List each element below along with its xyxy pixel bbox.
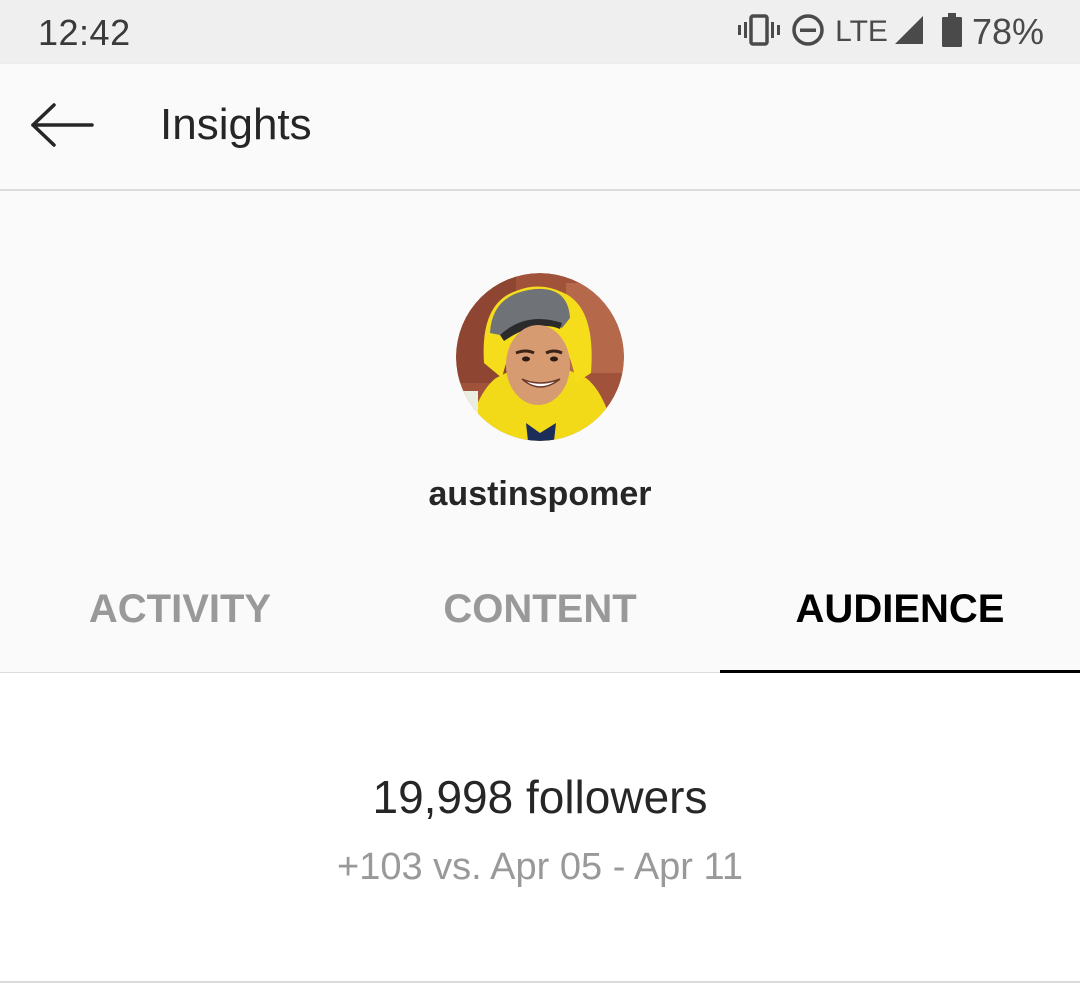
network-type: LTE bbox=[835, 15, 888, 48]
status-icons: LTE 78% bbox=[727, 10, 1044, 54]
arrow-left-icon bbox=[29, 100, 95, 155]
signal-icon bbox=[892, 15, 924, 50]
tabs-divider bbox=[0, 672, 720, 673]
followers-count: 19,998 followers bbox=[372, 771, 708, 823]
do-not-disturb-icon bbox=[791, 13, 825, 52]
battery-icon bbox=[941, 12, 962, 52]
status-bar: 12:42 LTE 78% bbox=[0, 0, 1080, 64]
page-title: Insights bbox=[160, 100, 312, 149]
audience-panel: 19,998 followers +103 vs. Apr 05 - Apr 1… bbox=[0, 674, 1080, 980]
vibrate-icon bbox=[737, 13, 781, 52]
tab-activity-label: ACTIVITY bbox=[88, 587, 272, 631]
tab-activity[interactable]: ACTIVITY bbox=[0, 555, 360, 673]
tab-content-label: CONTENT bbox=[443, 587, 637, 631]
followers-change: +103 vs. Apr 05 - Apr 11 bbox=[337, 846, 743, 888]
tab-audience-label: AUDIENCE bbox=[795, 587, 1005, 631]
tab-audience[interactable]: AUDIENCE bbox=[720, 555, 1080, 673]
status-time: 12:42 bbox=[38, 12, 131, 53]
battery-level: 78% bbox=[971, 11, 1044, 52]
section-divider bbox=[0, 981, 1080, 983]
insights-tabs: ACTIVITY CONTENT AUDIENCE bbox=[0, 555, 1080, 673]
avatar[interactable] bbox=[456, 273, 624, 441]
username: austinspomer bbox=[428, 475, 652, 513]
app-bar: Insights bbox=[0, 64, 1080, 191]
tab-content[interactable]: CONTENT bbox=[360, 555, 720, 673]
back-button[interactable] bbox=[22, 92, 102, 162]
